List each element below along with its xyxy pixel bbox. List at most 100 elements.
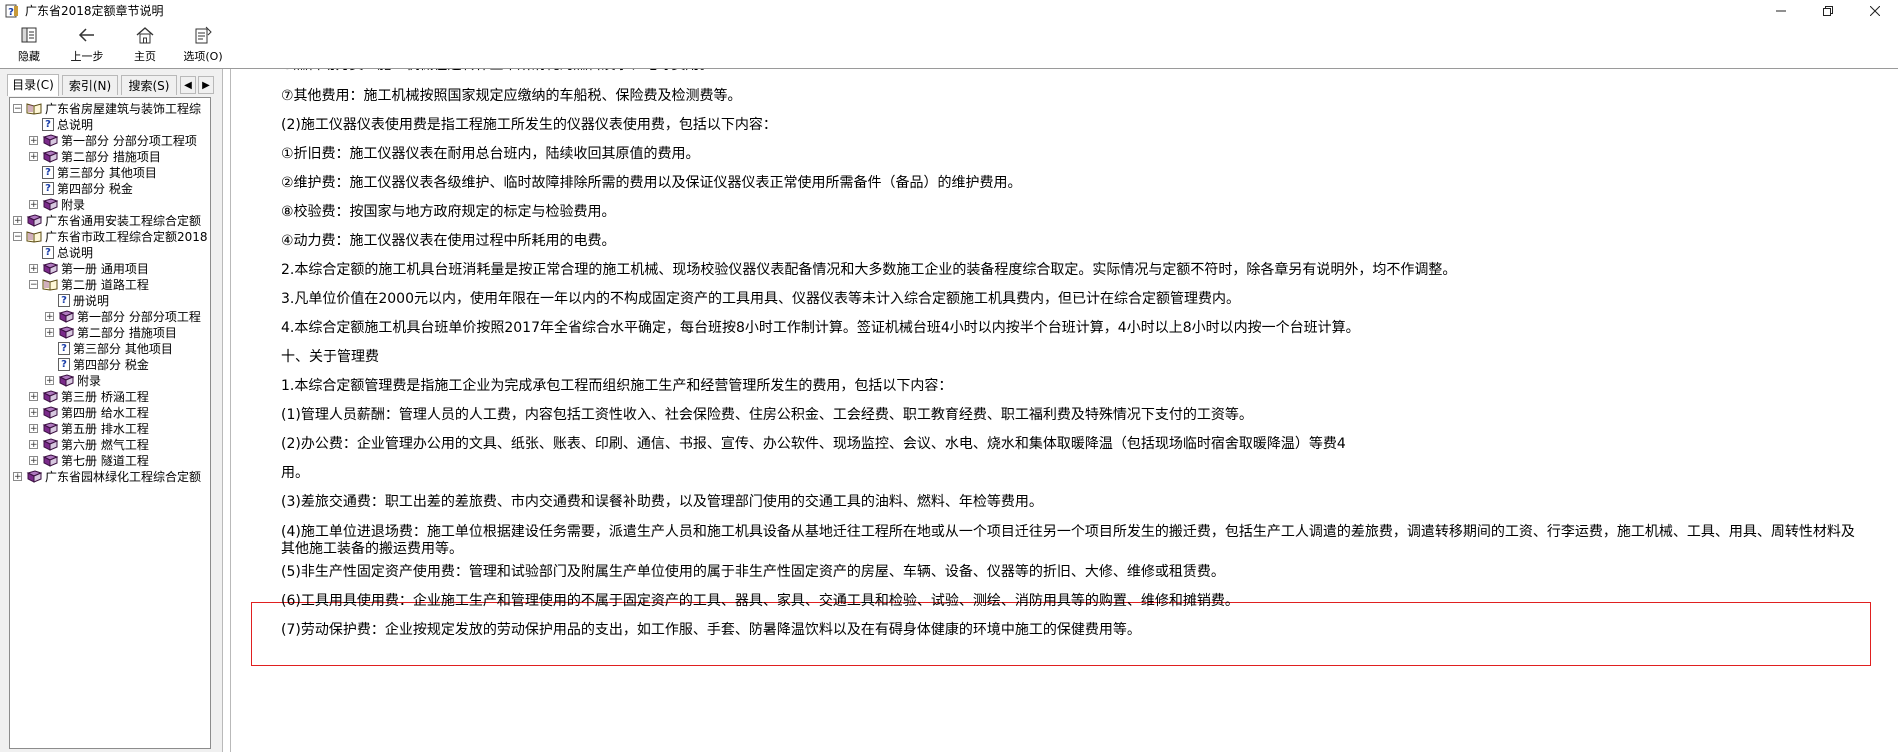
tree-item[interactable]: + 第一册 通用项目 (29, 260, 149, 276)
home-icon (136, 27, 154, 44)
book-icon (26, 213, 42, 227)
collapse-icon[interactable]: − (13, 231, 22, 241)
tree-item[interactable]: ? 总说明 (29, 116, 93, 132)
tree-item[interactable]: ? 第四部分 税金 (29, 180, 133, 196)
back-label: 上一步 (70, 50, 104, 63)
expand-icon[interactable]: + (29, 423, 38, 433)
book-icon (58, 309, 74, 323)
content-paragraph: 十、关于管理费 (281, 349, 379, 365)
tree-item[interactable]: + 附录 (45, 372, 101, 388)
tree-item-label: 第三册 桥涵工程 (61, 389, 149, 404)
help-topic-icon: ? (42, 117, 54, 131)
tree-item[interactable]: − 第二册 道路工程 (29, 276, 149, 292)
tree-item-label: 附录 (61, 197, 86, 212)
hide-button[interactable]: 隐藏 (0, 21, 58, 68)
tree-item[interactable]: + 第一部分 分部分项工程项 (29, 132, 197, 148)
expand-icon[interactable]: + (29, 151, 38, 161)
tree-item[interactable]: ? 总说明 (29, 244, 93, 260)
tab-contents[interactable]: 目录(C) (7, 74, 59, 96)
tree-item[interactable]: + 广东省园林绿化工程综合定额 (13, 468, 201, 484)
content-paragraph: ⑧校验费：按国家与地方政府规定的标定与检验费用。 (281, 204, 616, 220)
svg-text:?: ? (8, 7, 14, 18)
minimize-button[interactable] (1757, 0, 1804, 21)
collapse-icon[interactable]: − (13, 103, 22, 113)
expand-icon[interactable]: + (29, 391, 38, 401)
expand-icon[interactable]: + (29, 199, 38, 209)
tree-item[interactable]: ? 第三部分 其他项目 (45, 340, 173, 356)
help-topic-icon: ? (58, 357, 70, 371)
tree-item[interactable]: + 广东省通用安装工程综合定额 (13, 212, 201, 228)
expand-icon[interactable]: + (29, 455, 38, 465)
expand-icon[interactable]: + (29, 407, 38, 417)
hide-icon (21, 27, 37, 43)
tree-item-label: 第一部分 分部分项工程 (77, 309, 201, 324)
back-button[interactable]: 上一步 (58, 21, 116, 68)
tree-item[interactable]: + 第四册 给水工程 (29, 404, 149, 420)
book-icon (58, 325, 74, 339)
maximize-button[interactable] (1804, 0, 1851, 21)
tree-item[interactable]: + 第六册 燃气工程 (29, 436, 149, 452)
tab-index[interactable]: 索引(N) (62, 75, 118, 95)
expand-icon[interactable]: + (29, 135, 38, 145)
tree-item-label: 册说明 (73, 293, 110, 308)
tree-item-label: 第四册 给水工程 (61, 405, 149, 420)
tree-item-label: 第五册 排水工程 (61, 421, 149, 436)
expand-icon[interactable]: + (29, 439, 38, 449)
expand-icon[interactable]: + (13, 215, 22, 225)
content-paragraph: (5)非生产性固定资产使用费：管理和试验部门及附属生产单位使用的属于非生产性固定… (281, 564, 1225, 580)
tree-item[interactable]: + 第五册 排水工程 (29, 420, 149, 436)
expand-icon[interactable]: + (45, 311, 54, 321)
highlighted-paragraph: (4)施工单位进退场费：施工单位根据建设任务需要，派遣生产人员和施工机具设备从基… (281, 524, 1855, 557)
tree-item[interactable]: ? 第三部分 其他项目 (29, 164, 157, 180)
tree-item-label: 第一册 通用项目 (61, 261, 149, 276)
tree-item[interactable]: + 第二部分 措施项目 (45, 324, 177, 340)
tree-item-label: 总说明 (57, 117, 94, 132)
help-topic-icon: ? (58, 341, 70, 355)
nav-tabs: 目录(C) 索引(N) 搜索(S) ◀ ▶ (0, 74, 222, 96)
expand-icon[interactable]: + (45, 327, 54, 337)
open-book-icon (42, 278, 58, 291)
window-controls (1757, 0, 1898, 21)
content-paragraph: (3)差旅交通费：职工出差的差旅费、市内交通费和误餐补助费，以及管理部门使用的交… (281, 494, 1043, 510)
collapse-icon[interactable]: − (29, 279, 38, 289)
restore-icon (1822, 5, 1833, 16)
contents-tree[interactable]: − 广东省房屋建筑与装饰工程综? 总说明 + 第一部分 分部分项工程项 + 第二部分 措施项… (9, 97, 211, 749)
book-icon (42, 197, 58, 211)
tree-item[interactable]: ? 第四部分 税金 (45, 356, 149, 372)
open-book-icon (26, 102, 42, 115)
tree-item[interactable]: ? 册说明 (45, 292, 109, 308)
tree-item[interactable]: + 附录 (29, 196, 85, 212)
expand-icon[interactable]: + (29, 263, 38, 273)
content-paragraph: (2)施工仪器仪表使用费是指工程施工所发生的仪器仪表使用费，包括以下内容： (281, 117, 777, 133)
book-icon (42, 261, 58, 275)
content-paragraph: ⑥燃料动力费：施工机械在运转作业中所消耗的燃料及水、电等费用。 (281, 69, 714, 74)
tree-item-label: 第二册 道路工程 (61, 277, 149, 292)
options-icon (195, 26, 212, 44)
content-pane[interactable]: ⑥燃料动力费：施工机械在运转作业中所消耗的燃料及水、电等费用。 ⑦其他费用：施工机… (230, 69, 1898, 752)
tree-item[interactable]: + 第七册 隧道工程 (29, 452, 149, 468)
options-button[interactable]: 选项(O) (174, 21, 232, 68)
navigation-pane: 目录(C) 索引(N) 搜索(S) ◀ ▶ − 广东省房屋建筑与装饰工程综? 总说明… (0, 69, 223, 752)
tree-item[interactable]: − 广东省房屋建筑与装饰工程综 (13, 100, 201, 116)
expand-icon[interactable]: + (45, 375, 54, 385)
tab-scroll-right-button[interactable]: ▶ (198, 76, 214, 94)
home-button[interactable]: 主页 (116, 21, 174, 68)
expand-icon[interactable]: + (13, 471, 22, 481)
content-paragraph: (6)工具用具使用费：企业施工生产和管理使用的不属于固定资产的工具、器具、家具、… (281, 593, 1239, 609)
tab-search[interactable]: 搜索(S) (121, 75, 177, 95)
tree-item[interactable]: + 第一部分 分部分项工程 (45, 308, 201, 324)
tree-item[interactable]: + 第三册 桥涵工程 (29, 388, 149, 404)
tree-item-label: 第三部分 其他项目 (73, 341, 173, 356)
tree-item[interactable]: − 广东省市政工程综合定额2018 (13, 228, 208, 244)
book-icon (42, 389, 58, 403)
home-label: 主页 (134, 50, 156, 63)
content-paragraph: ②维护费：施工仪器仪表各级维护、临时故障排除所需的费用以及保证仪器仪表正常使用所… (281, 175, 1022, 191)
open-book-icon (26, 230, 42, 243)
content-paragraph: (1)管理人员薪酬：管理人员的人工费，内容包括工资性收入、社会保险费、住房公积金… (281, 407, 1253, 423)
tree-item-label: 第三部分 其他项目 (57, 165, 157, 180)
close-button[interactable] (1851, 0, 1898, 21)
tree-item[interactable]: + 第二部分 措施项目 (29, 148, 161, 164)
tree-item-label: 广东省市政工程综合定额2018 (45, 229, 208, 244)
tab-scroll-left-button[interactable]: ◀ (180, 76, 196, 94)
tree-item-label: 第一部分 分部分项工程项 (61, 133, 197, 148)
